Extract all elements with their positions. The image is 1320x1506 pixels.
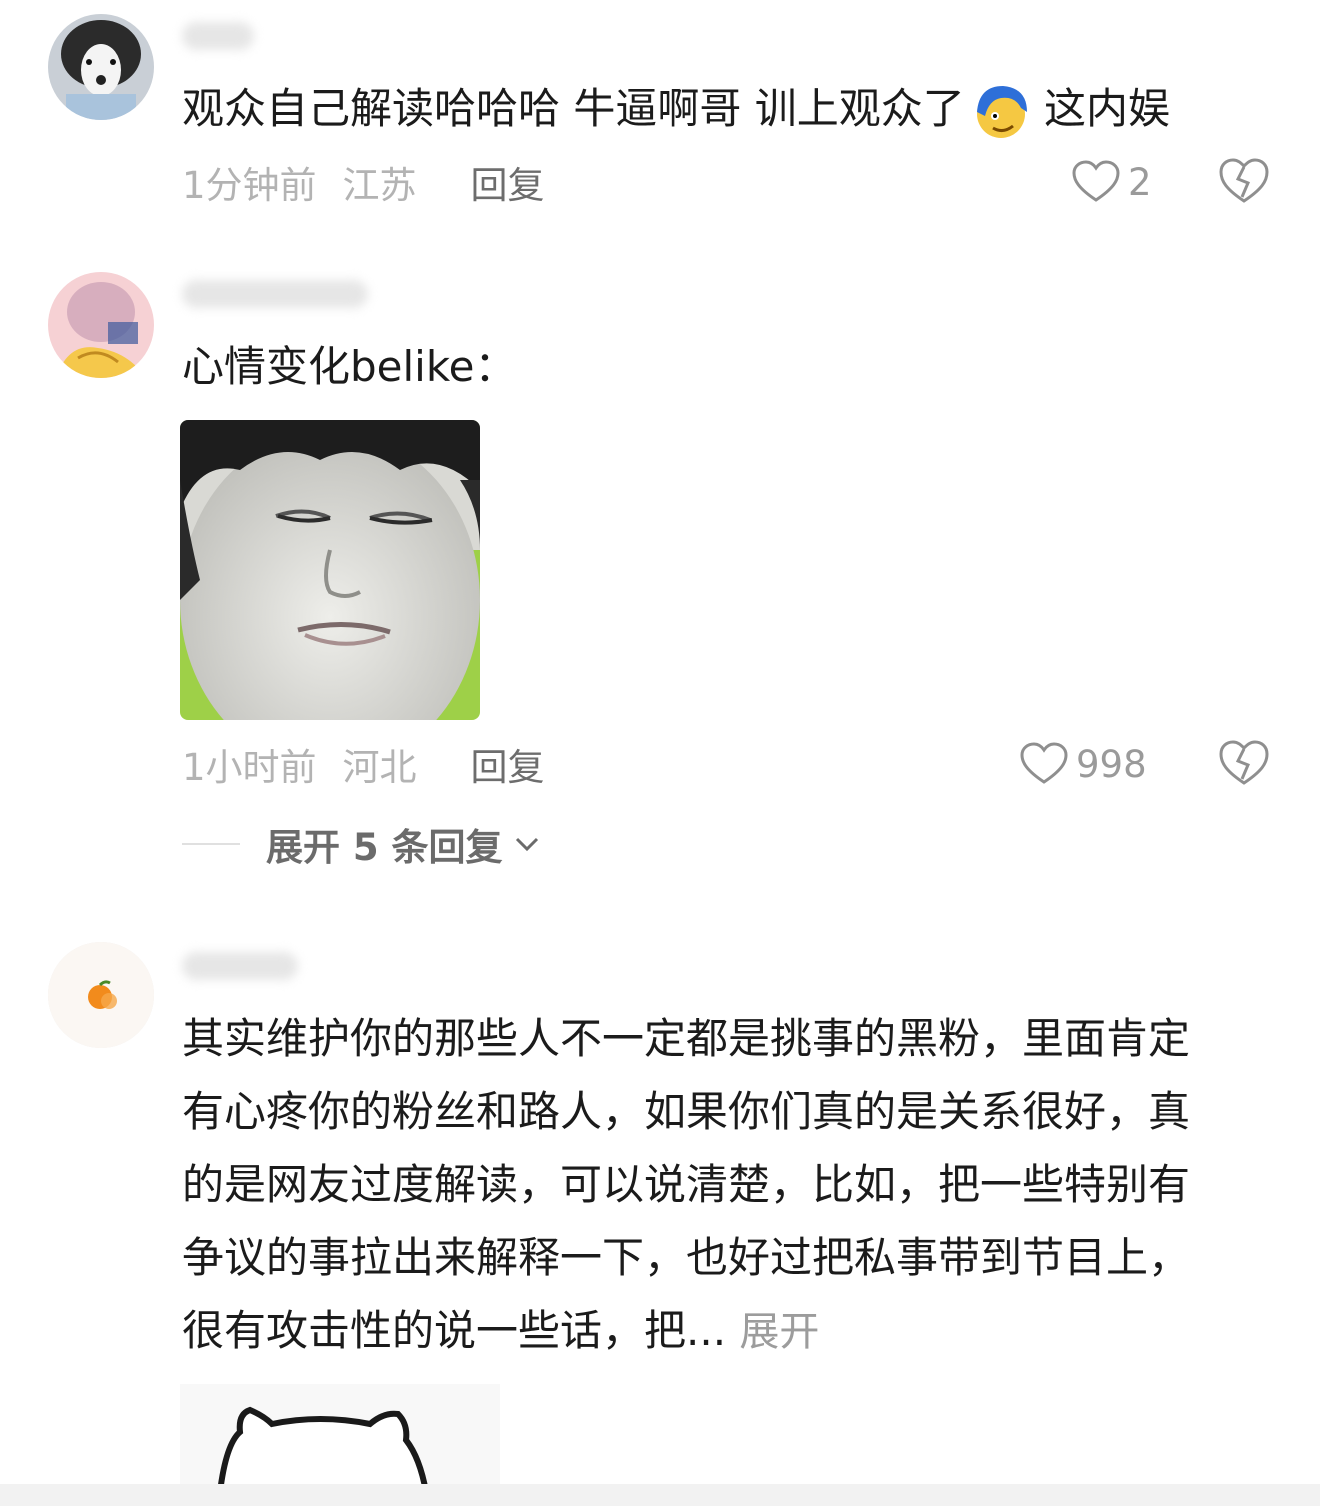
- expand-replies-button[interactable]: 展开 5 条回复: [182, 814, 541, 874]
- location: 江苏: [342, 164, 417, 207]
- bottom-bar: [0, 1484, 1320, 1506]
- avatar[interactable]: [48, 272, 154, 378]
- reply-button[interactable]: 回复: [471, 737, 545, 791]
- comment-line: 有心疼你的粉丝和路人，如果你们真的是关系很好，真: [182, 1087, 1191, 1136]
- broken-heart-icon: [1219, 740, 1269, 785]
- reply-button[interactable]: 回复: [471, 155, 545, 209]
- username-blurred[interactable]: [182, 22, 254, 50]
- comment-meta: 1分钟前 江苏 回复: [182, 152, 545, 212]
- comment-text: 观众自己解读哈哈哈 牛逼啊哥 训上观众了 这内娱: [182, 72, 1170, 145]
- chevron-down-icon: [515, 837, 538, 852]
- expand-replies-label: 展开 5 条回复: [266, 826, 503, 869]
- dislike-button[interactable]: [1218, 157, 1270, 205]
- comment-line: 争议的事拉出来解释一下，也好过把私事带到节目上，: [182, 1233, 1191, 1282]
- comment-image[interactable]: [180, 1384, 500, 1492]
- username-blurred[interactable]: [182, 952, 298, 980]
- timestamp: 1分钟前: [182, 164, 317, 207]
- comment-image[interactable]: [180, 420, 480, 720]
- expand-text-button[interactable]: 展开: [739, 1309, 819, 1355]
- heart-icon: [1072, 160, 1120, 202]
- location: 河北: [342, 746, 417, 789]
- like-count: 2: [1128, 160, 1152, 204]
- timestamp: 1小时前: [182, 746, 317, 789]
- heart-icon: [1020, 742, 1068, 784]
- comment-line: 的是网友过度解读，可以说清楚，比如，把一些特别有: [182, 1160, 1191, 1209]
- comment-text: 心情变化belike：: [182, 342, 517, 391]
- comment-line-last: 很有攻击性的说一些话，把... 展开: [182, 1306, 820, 1355]
- username-blurred[interactable]: [182, 280, 368, 308]
- broken-heart-icon: [1219, 158, 1269, 203]
- dislike-button[interactable]: [1218, 739, 1270, 787]
- like-button[interactable]: 998: [1020, 734, 1147, 794]
- divider-line: [182, 843, 240, 845]
- like-button[interactable]: 2: [1072, 152, 1152, 212]
- avatar[interactable]: [48, 14, 154, 120]
- comment-meta: 1小时前 河北 回复: [182, 734, 545, 794]
- like-count: 998: [1076, 742, 1147, 786]
- blue-hair-face-emoji: [971, 82, 1031, 142]
- comment-line: 其实维护你的那些人不一定都是挑事的黑粉，里面肯定: [182, 1014, 1191, 1063]
- avatar[interactable]: [48, 942, 154, 1048]
- comment-text: 其实维护你的那些人不一定都是挑事的黑粉，里面肯定 有心疼你的粉丝和路人，如果你们…: [182, 1002, 1190, 1369]
